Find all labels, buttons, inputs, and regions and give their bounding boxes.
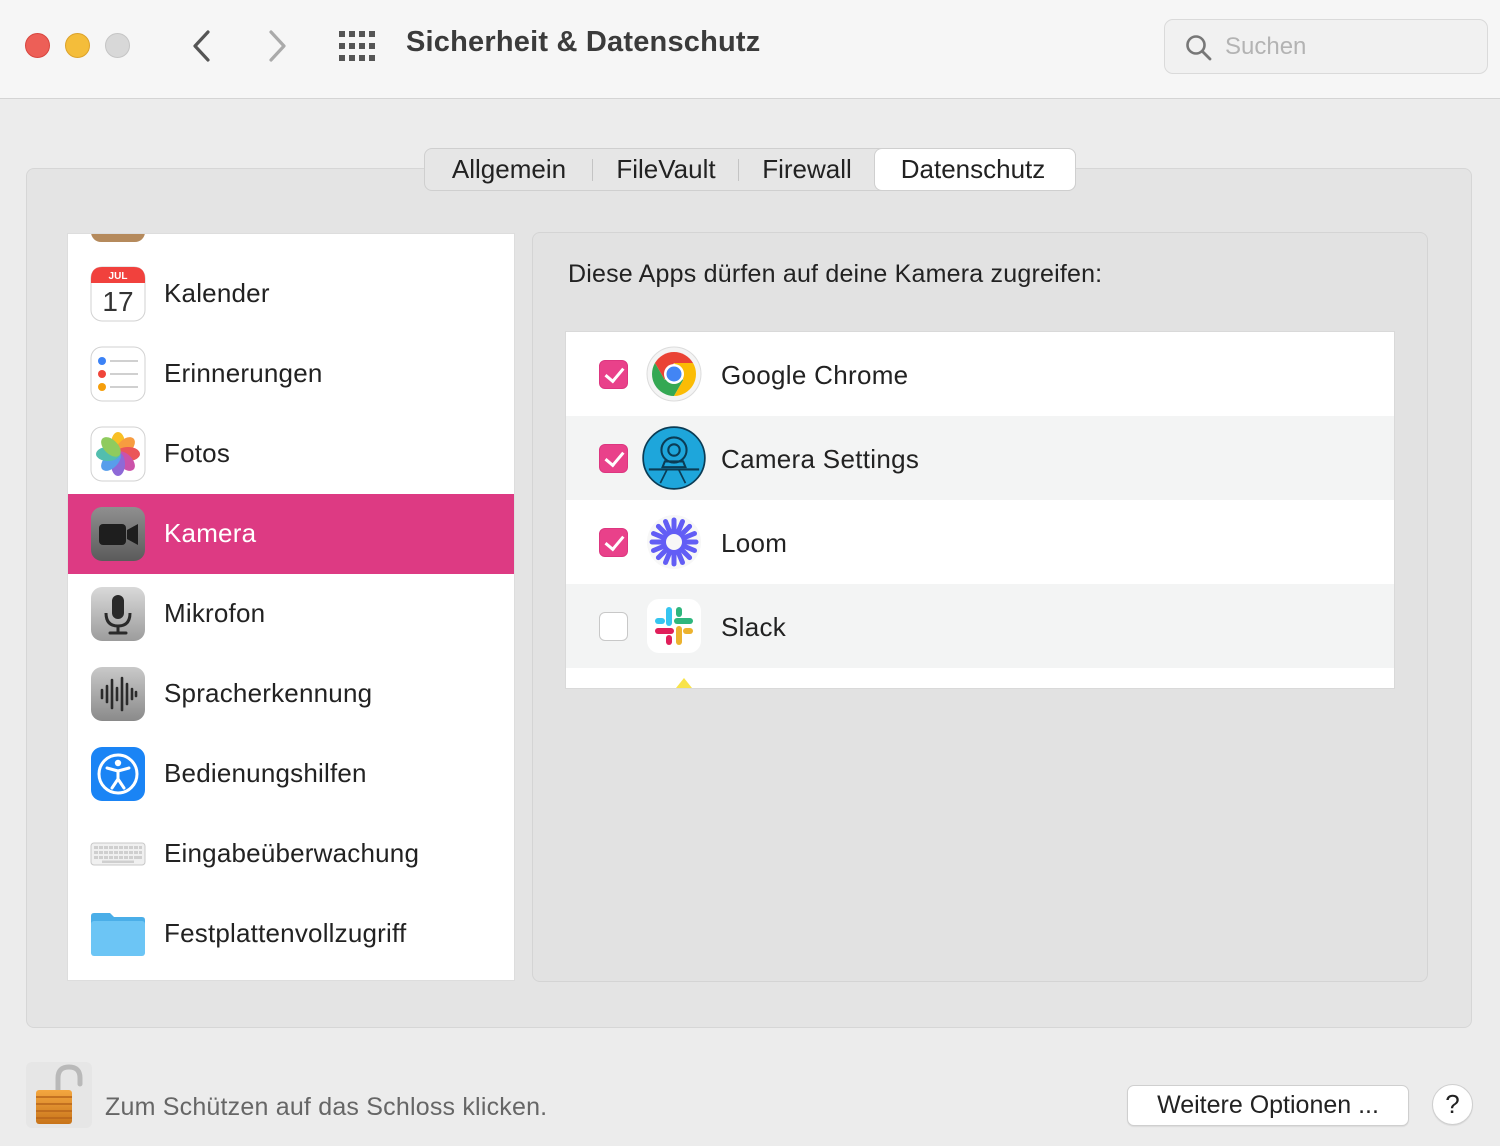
speech-recognition-icon — [91, 667, 145, 721]
app-label: Slack — [721, 612, 787, 642]
category-label: Spracherkennung — [164, 678, 373, 708]
category-label: Kamera — [164, 518, 257, 548]
category-label: Eingabeüberwachung — [164, 838, 420, 868]
partial-category-icon — [91, 234, 145, 242]
unlocked-padlock-icon — [36, 1064, 83, 1124]
app-checkbox[interactable] — [599, 444, 628, 473]
loom-icon — [647, 515, 701, 569]
grid-icon — [339, 31, 375, 61]
app-permission-list[interactable]: Google Chrome Camera Settings Loom Slack — [565, 331, 1395, 689]
reminders-icon — [90, 346, 146, 402]
app-checkbox[interactable] — [599, 612, 628, 641]
category-item-kalender[interactable]: JUL 17 Kalender — [68, 254, 514, 334]
chevron-left-icon — [193, 30, 210, 62]
minimize-window-button[interactable] — [65, 33, 90, 58]
camera-settings-icon — [642, 426, 706, 490]
category-item-bedienungshilfen[interactable]: Bedienungshilfen — [68, 734, 514, 814]
tab-firewall[interactable]: Firewall — [739, 149, 875, 190]
forward-button[interactable] — [257, 26, 297, 66]
app-label: Camera Settings — [721, 444, 920, 474]
slack-icon — [647, 599, 701, 653]
svg-text:JUL: JUL — [109, 271, 128, 282]
window-title: Sicherheit & Datenschutz — [406, 26, 761, 58]
chrome-icon — [646, 346, 702, 402]
app-label: Google Chrome — [721, 360, 909, 390]
partial-app-icon — [676, 678, 692, 688]
tab-datenschutz[interactable]: Datenschutz — [875, 149, 1075, 190]
close-window-button[interactable] — [25, 33, 50, 58]
permission-heading: Diese Apps dürfen auf deine Kamera zugre… — [568, 260, 1103, 288]
zoom-window-button[interactable] — [105, 33, 130, 58]
microphone-icon — [91, 587, 145, 641]
category-item-fotos[interactable]: Fotos — [68, 414, 514, 494]
app-row-slack[interactable]: Slack — [566, 584, 1394, 668]
more-options-button[interactable]: Weitere Optionen ... — [1127, 1085, 1409, 1126]
search-input[interactable] — [1225, 30, 1475, 64]
app-checkbox[interactable] — [599, 360, 628, 389]
app-label: Loom — [721, 528, 788, 558]
category-item-mikrofon[interactable]: Mikrofon — [68, 574, 514, 654]
category-item-spracherkennung[interactable]: Spracherkennung — [68, 654, 514, 734]
tab-allgemein[interactable]: Allgemein — [425, 149, 593, 190]
app-row-google-chrome[interactable]: Google Chrome — [566, 332, 1394, 416]
photos-icon — [90, 426, 146, 482]
category-item-festplattenvollzugriff[interactable]: Festplattenvollzugriff — [68, 894, 514, 974]
help-button[interactable]: ? — [1432, 1084, 1473, 1125]
tab-filevault[interactable]: FileVault — [593, 149, 739, 190]
category-label: Bedienungshilfen — [164, 758, 367, 788]
category-item-kamera[interactable]: Kamera — [68, 494, 514, 574]
app-checkbox[interactable] — [599, 528, 628, 557]
lock-button[interactable] — [26, 1062, 92, 1128]
category-item-erinnerungen[interactable]: Erinnerungen — [68, 334, 514, 414]
window-titlebar: Sicherheit & Datenschutz — [0, 0, 1500, 99]
category-label: Kalender — [164, 278, 270, 308]
calendar-icon: JUL 17 — [90, 266, 146, 322]
category-item-eingabeueberwachung[interactable]: Eingabeüberwachung — [68, 814, 514, 894]
camera-icon — [91, 507, 145, 561]
show-all-button[interactable] — [337, 28, 377, 64]
category-label: Mikrofon — [164, 598, 266, 628]
category-label: Festplattenvollzugriff — [164, 918, 407, 948]
search-icon — [1186, 35, 1212, 61]
keyboard-icon — [90, 842, 146, 866]
privacy-category-list[interactable]: JUL 17 Kalender Erinnerungen Fotos Kamer… — [67, 233, 515, 981]
category-label: Fotos — [164, 438, 231, 468]
folder-icon — [91, 913, 145, 956]
back-button[interactable] — [182, 26, 222, 66]
app-row-loom[interactable]: Loom — [566, 500, 1394, 584]
svg-text:17: 17 — [102, 286, 133, 317]
category-label: Erinnerungen — [164, 358, 323, 388]
tab-bar: Allgemein FileVault Firewall Datenschutz — [424, 148, 1076, 191]
accessibility-icon — [91, 747, 145, 801]
chevron-right-icon — [269, 30, 286, 62]
lock-hint-text: Zum Schützen auf das Schloss klicken. — [105, 1093, 548, 1121]
app-row-camera-settings[interactable]: Camera Settings — [566, 416, 1394, 500]
search-field[interactable] — [1164, 19, 1488, 74]
